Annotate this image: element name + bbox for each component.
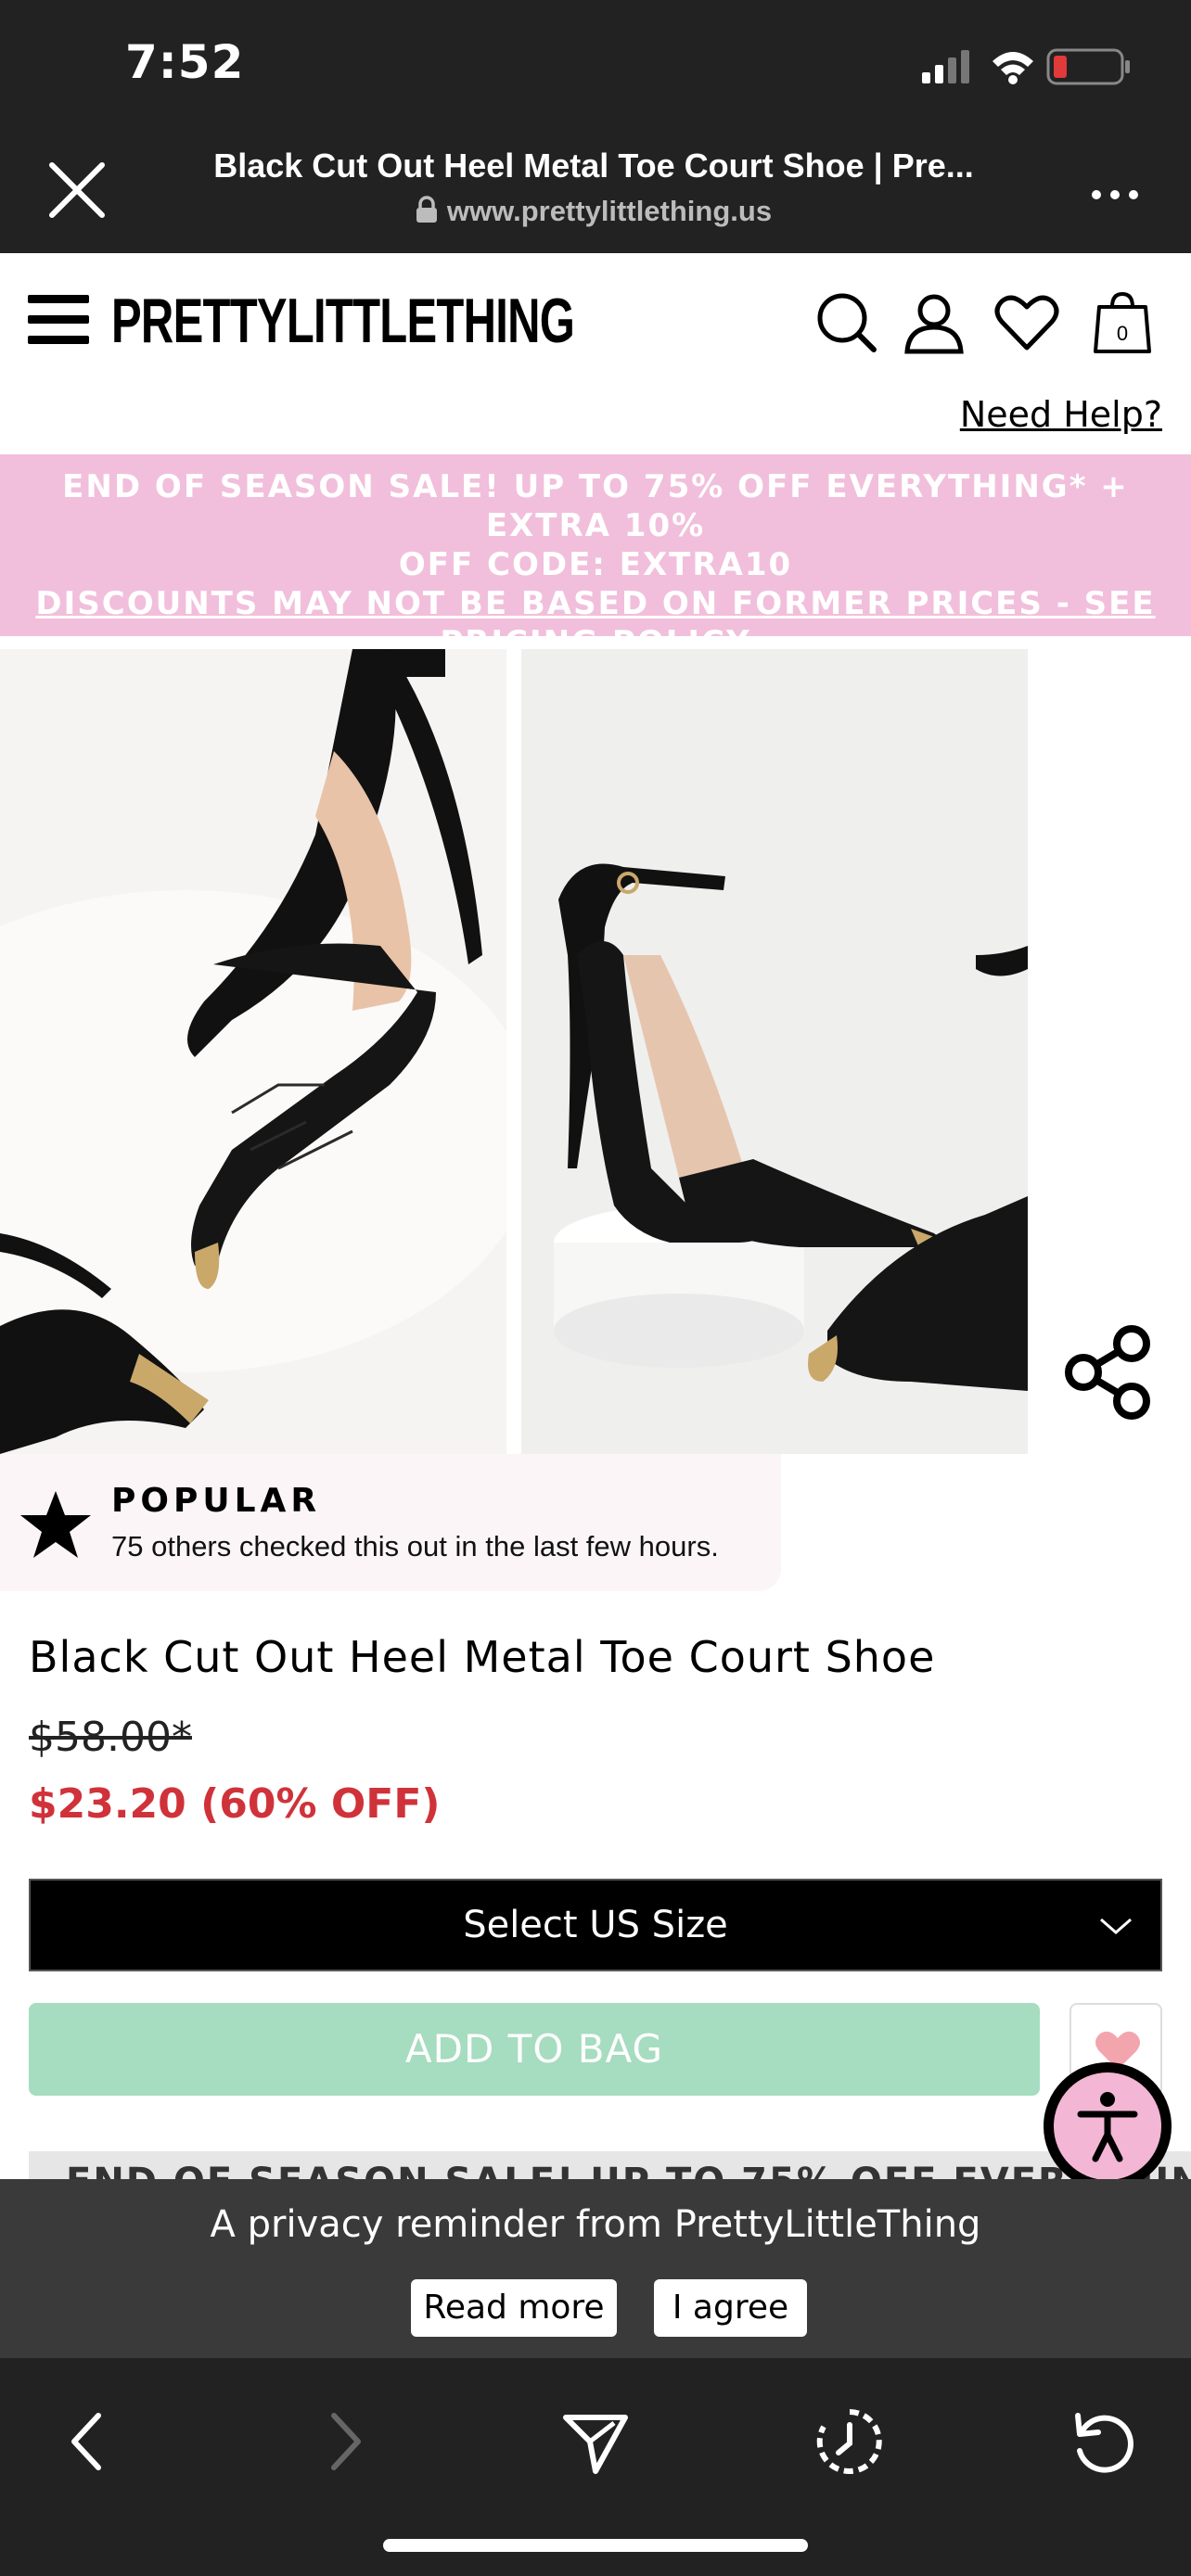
status-bar: 7:52: [0, 0, 1191, 130]
product-image-gallery[interactable]: [0, 649, 1028, 1454]
accessibility-icon: [1054, 2072, 1161, 2180]
browser-url-text: www.prettylittlething.us: [446, 195, 773, 227]
home-indicator[interactable]: [383, 2539, 808, 2552]
menu-icon[interactable]: [28, 293, 89, 347]
agree-button[interactable]: I agree: [654, 2279, 807, 2337]
share-icon[interactable]: [1057, 1321, 1159, 1423]
product-image-2[interactable]: [521, 649, 1028, 1454]
privacy-message: A privacy reminder from PrettyLittleThin…: [210, 2203, 981, 2246]
read-more-button[interactable]: Read more: [411, 2279, 617, 2337]
close-icon[interactable]: [45, 158, 109, 223]
product-title: Black Cut Out Heel Metal Toe Court Shoe: [29, 1632, 936, 1682]
promo-strip-text: END OF SEASON SALE! UP TO 75% OFF EVERYT…: [66, 2161, 1191, 2179]
reload-icon[interactable]: [1065, 2404, 1139, 2479]
original-price: $58.00*: [29, 1714, 192, 1761]
account-icon[interactable]: [902, 290, 967, 355]
site-header: PRETTYLITTLETHING 0: [0, 253, 1191, 383]
promo-banner[interactable]: END OF SEASON SALE! UP TO 75% OFF EVERYT…: [0, 454, 1191, 661]
promo-strip: END OF SEASON SALE! UP TO 75% OFF EVERYT…: [29, 2151, 1191, 2179]
browser-header: Black Cut Out Heel Metal Toe Court Shoe …: [0, 130, 1191, 253]
size-select-label: Select US Size: [463, 1904, 728, 1946]
add-to-bag-button[interactable]: ADD TO BAG: [29, 2003, 1040, 2096]
back-icon[interactable]: [52, 2404, 126, 2479]
send-icon[interactable]: [558, 2404, 633, 2479]
popular-title: POPULAR: [111, 1482, 322, 1520]
history-icon[interactable]: [813, 2404, 887, 2479]
battery-icon: [1046, 48, 1130, 85]
forward-icon[interactable]: [306, 2404, 380, 2479]
wishlist-heart-icon[interactable]: [994, 290, 1059, 355]
search-icon[interactable]: [814, 290, 879, 355]
need-help-link[interactable]: Need Help?: [960, 394, 1162, 435]
browser-url: www.prettylittlething.us: [186, 195, 1002, 228]
more-options-icon[interactable]: [1087, 167, 1143, 223]
lock-icon: [416, 196, 437, 223]
promo-line-2: OFF CODE: EXTRA10: [398, 546, 793, 583]
sale-price: $23.20 (60% OFF): [29, 1780, 441, 1828]
chevron-down-icon: [1100, 1918, 1132, 1934]
cellular-signal-icon: [922, 50, 969, 83]
popular-subtitle: 75 others checked this out in the last f…: [111, 1530, 719, 1562]
browser-page-title: Black Cut Out Heel Metal Toe Court Shoe …: [213, 147, 974, 185]
pricing-policy-link-1[interactable]: DISCOUNTS MAY NOT BE BASED ON FORMER PRI…: [0, 584, 1191, 623]
privacy-banner: A privacy reminder from PrettyLittleThin…: [0, 2179, 1191, 2358]
bag-count: 0: [1117, 322, 1128, 345]
site-logo[interactable]: PRETTYLITTLETHING: [111, 285, 575, 357]
accessibility-button[interactable]: [1044, 2062, 1172, 2190]
shopping-bag-icon[interactable]: 0: [1090, 290, 1155, 355]
popular-badge: POPULAR 75 others checked this out in th…: [0, 1454, 781, 1591]
status-icons: [922, 48, 1130, 85]
star-icon: [20, 1491, 91, 1558]
product-image-1[interactable]: [0, 649, 506, 1454]
size-select-dropdown[interactable]: Select US Size: [29, 1879, 1162, 1971]
promo-line-1: END OF SEASON SALE! UP TO 75% OFF EVERYT…: [62, 468, 1129, 544]
wifi-icon: [992, 52, 1033, 84]
status-time: 7:52: [125, 35, 245, 89]
